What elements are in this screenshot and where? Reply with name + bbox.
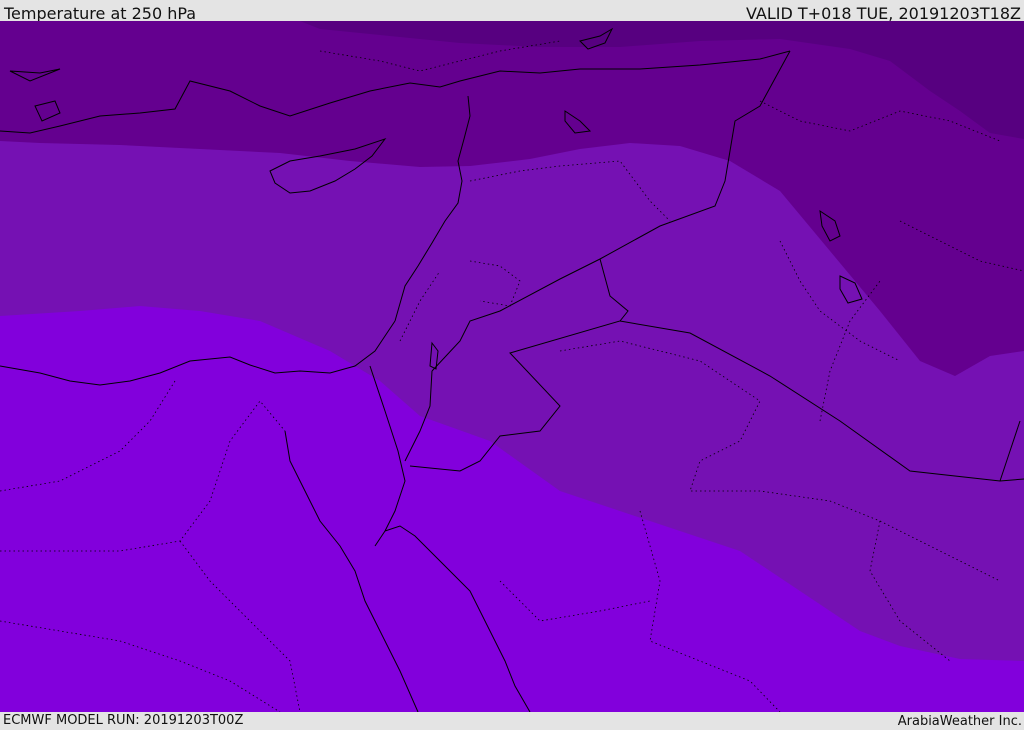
brand-label: ArabiaWeather Inc. <box>897 714 1022 729</box>
weather-map[interactable] <box>0 21 1024 712</box>
footer-bar: ECMWF MODEL RUN: 20191203T00Z ArabiaWeat… <box>0 712 1024 729</box>
title-bar: Temperature at 250 hPa VALID T+018 TUE, … <box>0 0 1024 23</box>
model-run-label: ECMWF MODEL RUN: 20191203T00Z <box>3 713 244 728</box>
map-canvas <box>0 21 1024 712</box>
